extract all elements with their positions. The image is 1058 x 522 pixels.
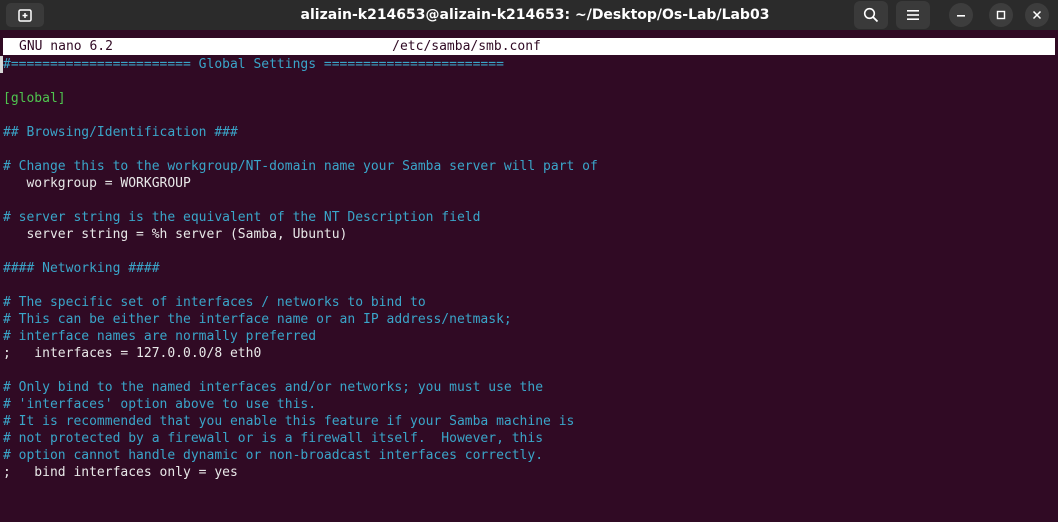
hamburger-menu-icon — [907, 10, 919, 20]
comment-line: # interface names are normally preferred — [3, 329, 317, 344]
menu-button[interactable] — [896, 1, 930, 29]
window-titlebar: alizain-k214653@alizain-k214653: ~/Deskt… — [0, 0, 1058, 30]
comment-line: # server string is the equivalent of the… — [3, 210, 481, 225]
minimize-icon — [957, 15, 965, 17]
setting-line: ; bind interfaces only = yes — [3, 465, 238, 480]
nano-filename: /etc/samba/smb.conf — [392, 39, 541, 54]
new-tab-button[interactable] — [6, 3, 44, 27]
close-button[interactable] — [1025, 3, 1049, 27]
maximize-button[interactable] — [989, 3, 1013, 27]
close-icon — [1032, 10, 1042, 20]
comment-line: # 'interfaces' option above to use this. — [3, 397, 317, 412]
comment-line: # Change this to the workgroup/NT-domain… — [3, 159, 598, 174]
comment-line: # option cannot handle dynamic or non-br… — [3, 448, 544, 463]
setting-line: workgroup = WORKGROUP — [3, 176, 191, 191]
comment-line: # not protected by a firewall or is a fi… — [3, 431, 544, 446]
comment-line: # Only bind to the named interfaces and/… — [3, 380, 544, 395]
setting-line: ; interfaces = 127.0.0.0/8 eth0 — [3, 346, 262, 361]
comment-line: # The specific set of interfaces / netwo… — [3, 295, 426, 310]
editor-buffer[interactable]: #======================= Global Settings… — [3, 56, 1055, 522]
comment-line: # This can be either the interface name … — [3, 312, 512, 327]
comment-line: # It is recommended that you enable this… — [3, 414, 575, 429]
window-title: alizain-k214653@alizain-k214653: ~/Deskt… — [300, 7, 770, 23]
maximize-icon — [996, 10, 1006, 20]
search-button[interactable] — [854, 1, 888, 29]
comment-line: ## Browsing/Identification ### — [3, 125, 238, 140]
nano-header-bar: GNU nano 6.2 /etc/samba/smb.conf — [3, 38, 1055, 55]
minimize-button[interactable] — [949, 3, 973, 27]
comment-line: #======================= Global Settings… — [3, 57, 504, 72]
new-tab-icon — [18, 9, 32, 22]
setting-line: server string = %h server (Samba, Ubuntu… — [3, 227, 348, 242]
comment-line: #### Networking #### — [3, 261, 160, 276]
search-icon — [863, 7, 879, 23]
section-line: [global] — [3, 91, 66, 106]
